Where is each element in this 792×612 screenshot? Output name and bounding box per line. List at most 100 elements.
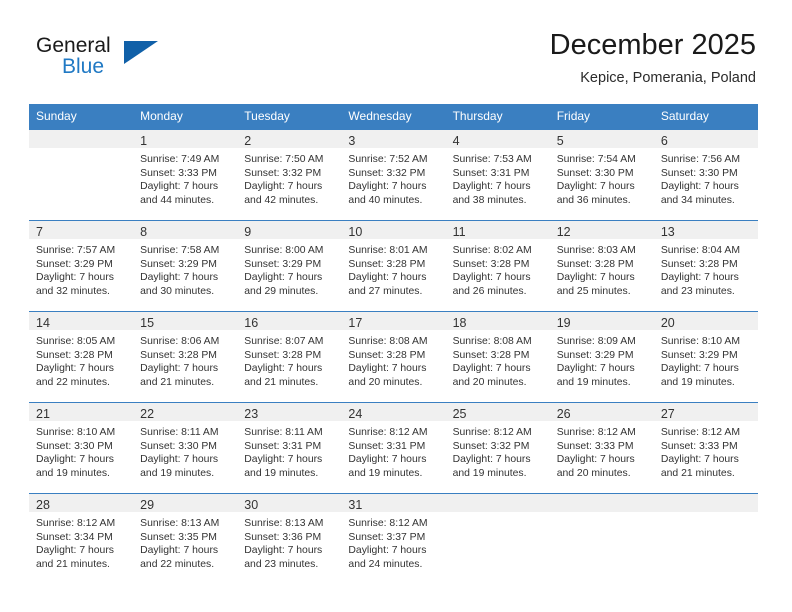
daylight-text-line1: Daylight: 7 hours xyxy=(244,363,323,375)
calendar-day-cell[interactable]: 31 Sunrise: 8:12 AM Sunset: 3:37 PM Dayligh… xyxy=(341,493,446,584)
weekday-header-monday: Monday xyxy=(133,104,238,130)
daylight-text-line1: Daylight: 7 hours xyxy=(244,545,323,557)
calendar-day-cell[interactable]: 6 Sunrise: 7:56 AM Sunset: 3:30 PM Daylight… xyxy=(653,129,758,221)
sunrise-text: Sunrise: 8:09 AM xyxy=(556,336,636,347)
sunset-text: Sunset: 3:28 PM xyxy=(452,349,530,361)
daylight-text-line2: and 26 minutes. xyxy=(452,285,527,297)
sunset-text: Sunset: 3:29 PM xyxy=(244,258,322,270)
calendar-day-cell[interactable]: 10 Sunrise: 8:01 AM Sunset: 3:28 PM Dayligh… xyxy=(341,220,446,312)
calendar-day-cell[interactable]: 27 Sunrise: 8:12 AM Sunset: 3:33 PM Dayligh… xyxy=(653,402,758,494)
calendar-day-cell[interactable]: 28 Sunrise: 8:12 AM Sunset: 3:34 PM Dayligh… xyxy=(29,493,134,584)
sunrise-text: Sunrise: 8:13 AM xyxy=(140,518,220,529)
sunrise-text: Sunrise: 8:10 AM xyxy=(36,427,116,438)
daylight-text-line1: Daylight: 7 hours xyxy=(36,272,114,284)
daylight-text-line1: Daylight: 7 hours xyxy=(36,454,114,466)
day-sun-info: Sunrise: 8:05 AM Sunset: 3:28 PM Daylight:… xyxy=(29,330,133,389)
calendar-day-cell[interactable]: 26 Sunrise: 8:12 AM Sunset: 3:33 PM Dayligh… xyxy=(549,402,654,494)
sunrise-text: Sunrise: 8:12 AM xyxy=(348,427,428,438)
calendar-day-cell[interactable]: 13 Sunrise: 8:04 AM Sunset: 3:28 PM Dayligh… xyxy=(653,220,758,312)
calendar-day-cell[interactable]: 30 Sunrise: 8:13 AM Sunset: 3:36 PM Dayligh… xyxy=(237,493,342,584)
calendar-day-cell[interactable]: 21 Sunrise: 8:10 AM Sunset: 3:30 PM Dayligh… xyxy=(29,402,134,494)
daylight-text-line2: and 21 minutes. xyxy=(140,376,215,388)
day-number: 29 xyxy=(133,494,238,512)
title-block: December 2025 Kepice, Pomerania, Poland xyxy=(550,28,756,88)
calendar-day-cell[interactable]: 8 Sunrise: 7:58 AM Sunset: 3:29 PM Daylight… xyxy=(133,220,238,312)
calendar-day-cell[interactable]: 18 Sunrise: 8:08 AM Sunset: 3:28 PM Dayligh… xyxy=(445,311,550,403)
daylight-text-line2: and 36 minutes. xyxy=(556,194,631,206)
calendar-day-cell[interactable]: 22 Sunrise: 8:11 AM Sunset: 3:30 PM Dayligh… xyxy=(133,402,238,494)
day-sun-info: Sunrise: 7:54 AM Sunset: 3:30 PM Daylight:… xyxy=(550,148,654,207)
calendar-day-cell[interactable]: 2 Sunrise: 7:50 AM Sunset: 3:32 PM Daylight… xyxy=(237,129,342,221)
calendar-body: 1 Sunrise: 7:49 AM Sunset: 3:33 PM Daylight… xyxy=(29,129,758,584)
calendar-day-cell[interactable]: 3 Sunrise: 7:52 AM Sunset: 3:32 PM Daylight… xyxy=(341,129,446,221)
day-sun-info: Sunrise: 8:01 AM Sunset: 3:28 PM Daylight:… xyxy=(341,239,445,298)
day-sun-info: Sunrise: 8:11 AM Sunset: 3:31 PM Daylight:… xyxy=(237,421,341,480)
general-blue-logo[interactable]: General Blue xyxy=(36,34,236,90)
daylight-text-line1: Daylight: 7 hours xyxy=(244,272,323,284)
day-number: 13 xyxy=(653,221,758,239)
daylight-text-line2: and 30 minutes. xyxy=(140,285,215,297)
day-number: 24 xyxy=(341,403,446,421)
daylight-text-line1: Daylight: 7 hours xyxy=(452,272,531,284)
calendar-day-cell[interactable]: 17 Sunrise: 8:08 AM Sunset: 3:28 PM Dayligh… xyxy=(341,311,446,403)
weekday-header-saturday: Saturday xyxy=(653,104,758,130)
calendar-day-cell[interactable]: 25 Sunrise: 8:12 AM Sunset: 3:32 PM Dayligh… xyxy=(445,402,550,494)
day-sun-info: Sunrise: 8:12 AM Sunset: 3:31 PM Daylight:… xyxy=(341,421,445,480)
day-sun-info: Sunrise: 7:52 AM Sunset: 3:32 PM Daylight:… xyxy=(341,148,445,207)
day-number: 9 xyxy=(237,221,342,239)
calendar-day-cell[interactable]: 11 Sunrise: 8:02 AM Sunset: 3:28 PM Dayligh… xyxy=(445,220,550,312)
daylight-text-line1: Daylight: 7 hours xyxy=(452,454,531,466)
day-number: 5 xyxy=(549,130,654,148)
sunset-text: Sunset: 3:28 PM xyxy=(556,258,634,270)
sunrise-text: Sunrise: 8:01 AM xyxy=(348,245,428,256)
day-number xyxy=(653,494,758,512)
calendar-day-cell[interactable]: 20 Sunrise: 8:10 AM Sunset: 3:29 PM Dayligh… xyxy=(653,311,758,403)
sunset-text: Sunset: 3:29 PM xyxy=(140,258,217,270)
calendar-day-cell[interactable]: 14 Sunrise: 8:05 AM Sunset: 3:28 PM Dayligh… xyxy=(29,311,134,403)
sunrise-text: Sunrise: 7:53 AM xyxy=(452,154,532,165)
daylight-text-line2: and 34 minutes. xyxy=(660,194,735,206)
calendar-day-cell[interactable]: 19 Sunrise: 8:09 AM Sunset: 3:29 PM Dayligh… xyxy=(549,311,654,403)
daylight-text-line2: and 19 minutes. xyxy=(244,467,319,479)
sunset-text: Sunset: 3:31 PM xyxy=(452,167,530,179)
page-subtitle: Kepice, Pomerania, Poland xyxy=(580,70,756,86)
day-sun-info: Sunrise: 8:13 AM Sunset: 3:35 PM Daylight:… xyxy=(133,512,237,571)
calendar-day-cell[interactable]: 4 Sunrise: 7:53 AM Sunset: 3:31 PM Daylight… xyxy=(445,129,550,221)
daylight-text-line2: and 25 minutes. xyxy=(556,285,631,297)
calendar-day-cell[interactable]: 1 Sunrise: 7:49 AM Sunset: 3:33 PM Daylight… xyxy=(133,129,238,221)
page-title: December 2025 xyxy=(549,29,756,61)
sunset-text: Sunset: 3:33 PM xyxy=(140,167,217,179)
calendar-day-cell[interactable]: 16 Sunrise: 8:07 AM Sunset: 3:28 PM Dayligh… xyxy=(237,311,342,403)
sunrise-text: Sunrise: 8:08 AM xyxy=(452,336,532,347)
calendar-day-cell[interactable]: 29 Sunrise: 8:13 AM Sunset: 3:35 PM Dayligh… xyxy=(133,493,238,584)
day-number xyxy=(549,494,654,512)
day-number: 4 xyxy=(445,130,550,148)
daylight-text-line1: Daylight: 7 hours xyxy=(556,272,635,284)
sunset-text: Sunset: 3:29 PM xyxy=(556,349,634,361)
sunset-text: Sunset: 3:31 PM xyxy=(348,440,426,452)
daylight-text-line1: Daylight: 7 hours xyxy=(140,363,219,375)
daylight-text-line2: and 19 minutes. xyxy=(556,376,631,388)
calendar-week-row: 1 Sunrise: 7:49 AM Sunset: 3:33 PM Daylight… xyxy=(29,129,758,221)
calendar-day-cell[interactable]: 7 Sunrise: 7:57 AM Sunset: 3:29 PM Daylight… xyxy=(29,220,134,312)
sunrise-text: Sunrise: 8:12 AM xyxy=(452,427,532,438)
calendar-day-cell[interactable]: 23 Sunrise: 8:11 AM Sunset: 3:31 PM Dayligh… xyxy=(237,402,342,494)
sunrise-text: Sunrise: 8:00 AM xyxy=(244,245,324,256)
calendar-day-cell[interactable]: 15 Sunrise: 8:06 AM Sunset: 3:28 PM Dayligh… xyxy=(133,311,238,403)
daylight-text-line1: Daylight: 7 hours xyxy=(244,454,323,466)
day-sun-info: Sunrise: 8:04 AM Sunset: 3:28 PM Daylight:… xyxy=(654,239,758,298)
calendar-day-cell[interactable]: 24 Sunrise: 8:12 AM Sunset: 3:31 PM Dayligh… xyxy=(341,402,446,494)
daylight-text-line1: Daylight: 7 hours xyxy=(140,454,219,466)
sunrise-text: Sunrise: 8:11 AM xyxy=(140,427,219,438)
day-sun-info: Sunrise: 8:02 AM Sunset: 3:28 PM Daylight:… xyxy=(446,239,550,298)
daylight-text-line2: and 29 minutes. xyxy=(244,285,319,297)
day-sun-info: Sunrise: 8:10 AM Sunset: 3:29 PM Daylight:… xyxy=(654,330,758,389)
daylight-text-line2: and 20 minutes. xyxy=(348,376,423,388)
weekday-header-sunday: Sunday xyxy=(29,104,134,130)
daylight-text-line2: and 40 minutes. xyxy=(348,194,423,206)
sunset-text: Sunset: 3:37 PM xyxy=(348,531,426,543)
daylight-text-line2: and 27 minutes. xyxy=(348,285,423,297)
calendar-day-cell[interactable]: 5 Sunrise: 7:54 AM Sunset: 3:30 PM Daylight… xyxy=(549,129,654,221)
calendar-day-cell[interactable]: 12 Sunrise: 8:03 AM Sunset: 3:28 PM Dayligh… xyxy=(549,220,654,312)
calendar-day-cell[interactable]: 9 Sunrise: 8:00 AM Sunset: 3:29 PM Daylight… xyxy=(237,220,342,312)
